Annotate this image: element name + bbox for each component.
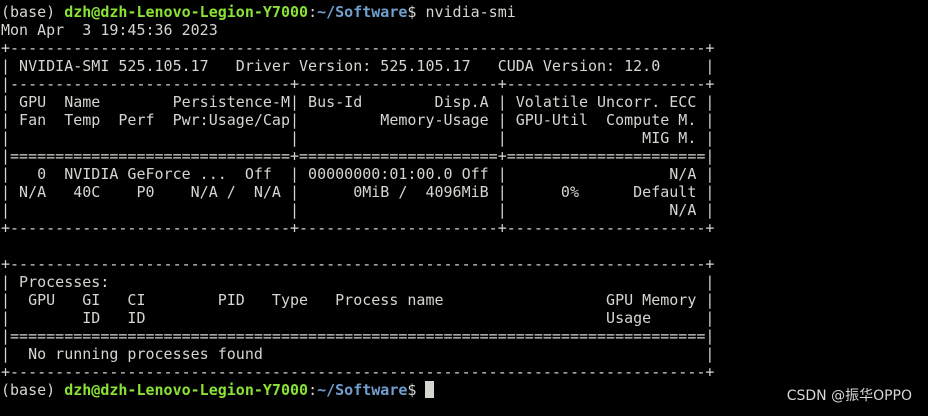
prompt-user-host: dzh@dzh-Lenovo-Legion-Y7000 <box>64 381 309 399</box>
output-line: | GPU GI CI PID Type Process name GPU Me… <box>1 291 715 309</box>
terminal-window[interactable]: (base) dzh@dzh-Lenovo-Legion-Y7000:~/Sof… <box>0 0 928 416</box>
output-line: | 0 NVIDIA GeForce ... Off | 00000000:01… <box>1 165 715 183</box>
output-line: Mon Apr 3 19:45:36 2023 <box>1 21 218 39</box>
output-line: |=======================================… <box>1 327 715 345</box>
watermark: CSDN @振华OPPO <box>786 388 912 404</box>
prompt-symbol: $ <box>407 381 426 399</box>
prompt-path: ~/Software <box>317 381 408 399</box>
prompt-separator: : <box>308 3 318 21</box>
output-line: | ID ID Usage | <box>1 309 715 327</box>
output-line: | GPU Name Persistence-M| Bus-Id Disp.A … <box>1 93 715 111</box>
output-line: | Processes: | <box>1 273 715 291</box>
prompt-symbol: $ <box>407 3 426 21</box>
output-line: | | | N/A | <box>1 201 715 219</box>
prompt-separator: : <box>308 381 318 399</box>
output-line: +---------------------------------------… <box>1 39 715 57</box>
output-line: +---------------------------------------… <box>1 363 715 381</box>
prompt-env: (base) <box>1 381 65 399</box>
command-line: (base) dzh@dzh-Lenovo-Legion-Y7000:~/Sof… <box>1 3 928 21</box>
prompt-env: (base) <box>1 3 65 21</box>
output-line: | N/A 40C P0 N/A / N/A | 0MiB / 4096MiB … <box>1 183 715 201</box>
text-cursor <box>425 381 435 398</box>
output-line: | Fan Temp Perf Pwr:Usage/Cap| Memory-Us… <box>1 111 715 129</box>
typed-command: nvidia-smi <box>425 3 516 21</box>
output-line: +---------------------------------------… <box>1 255 715 273</box>
prompt-user-host: dzh@dzh-Lenovo-Legion-Y7000 <box>64 3 309 21</box>
output-line: |===============================+=======… <box>1 147 715 165</box>
output-line: | NVIDIA-SMI 525.105.17 Driver Version: … <box>1 57 715 75</box>
output-line: +-------------------------------+-------… <box>1 219 715 237</box>
output-line: | | | MIG M. | <box>1 129 715 147</box>
output-line: |-------------------------------+-------… <box>1 75 715 93</box>
prompt-path: ~/Software <box>317 3 408 21</box>
output-line: | No running processes found | <box>1 345 715 363</box>
